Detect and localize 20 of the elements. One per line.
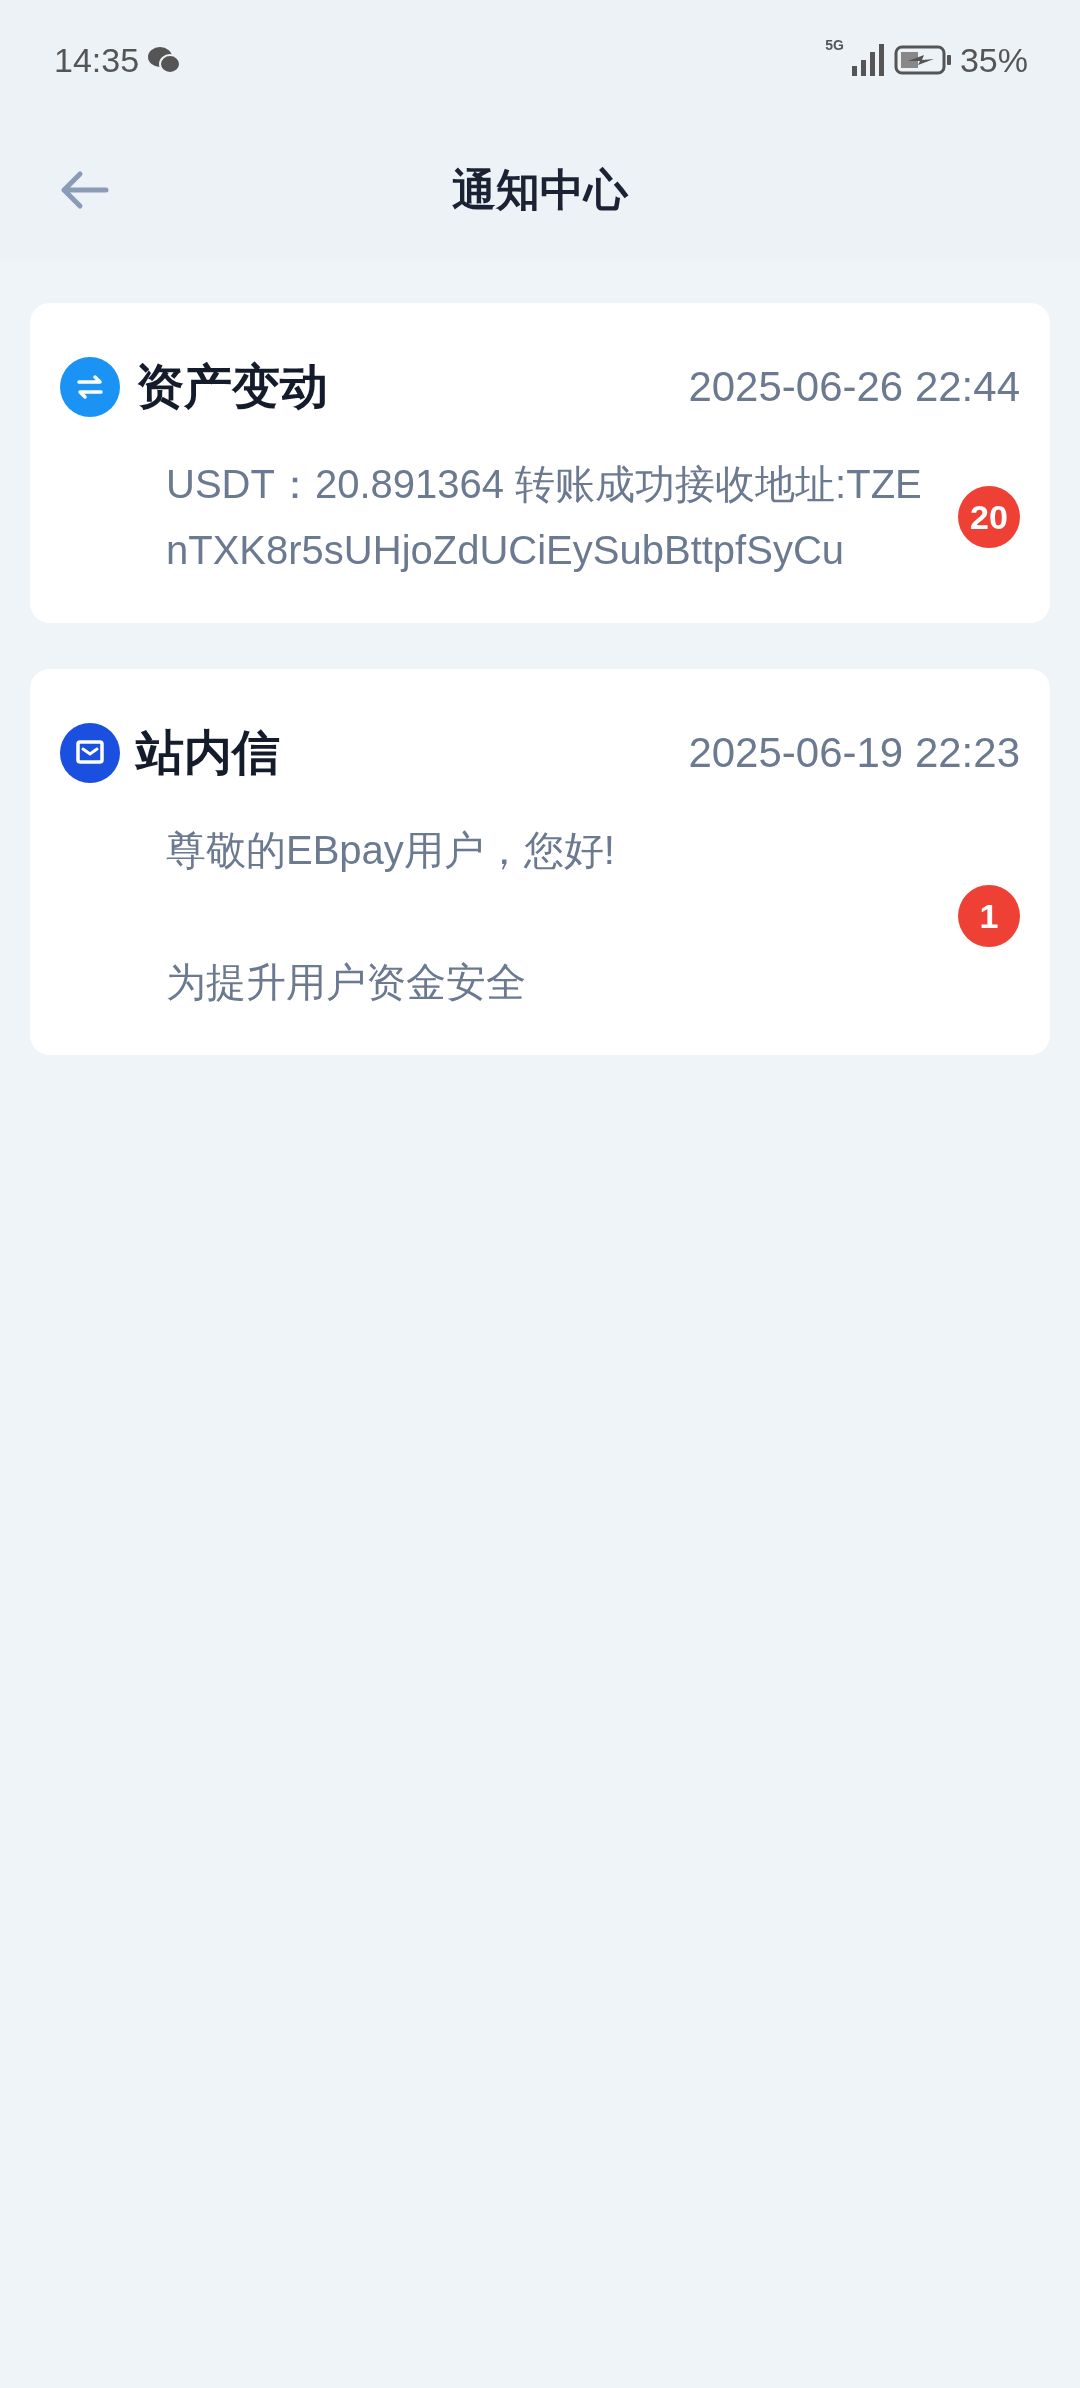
exchange-icon	[60, 357, 120, 417]
notification-title: 站内信	[136, 725, 280, 781]
battery-percent: 35%	[959, 40, 1028, 80]
page-title: 通知中心	[452, 163, 628, 216]
notification-text: 为提升用户资金安全	[166, 959, 527, 1006]
notification-time: 2025-06-19 22:23	[688, 729, 1020, 777]
notification-card[interactable]: 资产变动 2025-06-26 22:44 USDT：20.891364 转账成功接收地址:TZEnTXK8r5sUHjoZdUCiEySubBttpfSyCu 20	[30, 303, 1050, 623]
mail-icon	[60, 723, 120, 783]
network-label: 5G	[825, 36, 844, 53]
chat-icon	[147, 45, 182, 75]
notification-time: 2025-06-26 22:44	[688, 363, 1020, 411]
notification-title: 资产变动	[136, 359, 328, 415]
notification-text: USDT：20.891364 转账成功接收地址:TZEnTXK8r5sUHjoZdUCiEySubBttpfSyCu	[166, 461, 923, 574]
unread-count-badge: 1	[958, 885, 1020, 947]
notification-card[interactable]: 站内信 2025-06-19 22:23 尊敬的EBpay用户，您好! 为提升用户资金安全 1	[30, 669, 1050, 1055]
unread-count-badge: 20	[958, 486, 1020, 548]
battery-icon	[893, 45, 952, 75]
notification-text: 尊敬的EBpay用户，您好!	[166, 827, 616, 874]
status-time: 14:35	[54, 40, 140, 80]
signal-icon	[851, 44, 886, 76]
